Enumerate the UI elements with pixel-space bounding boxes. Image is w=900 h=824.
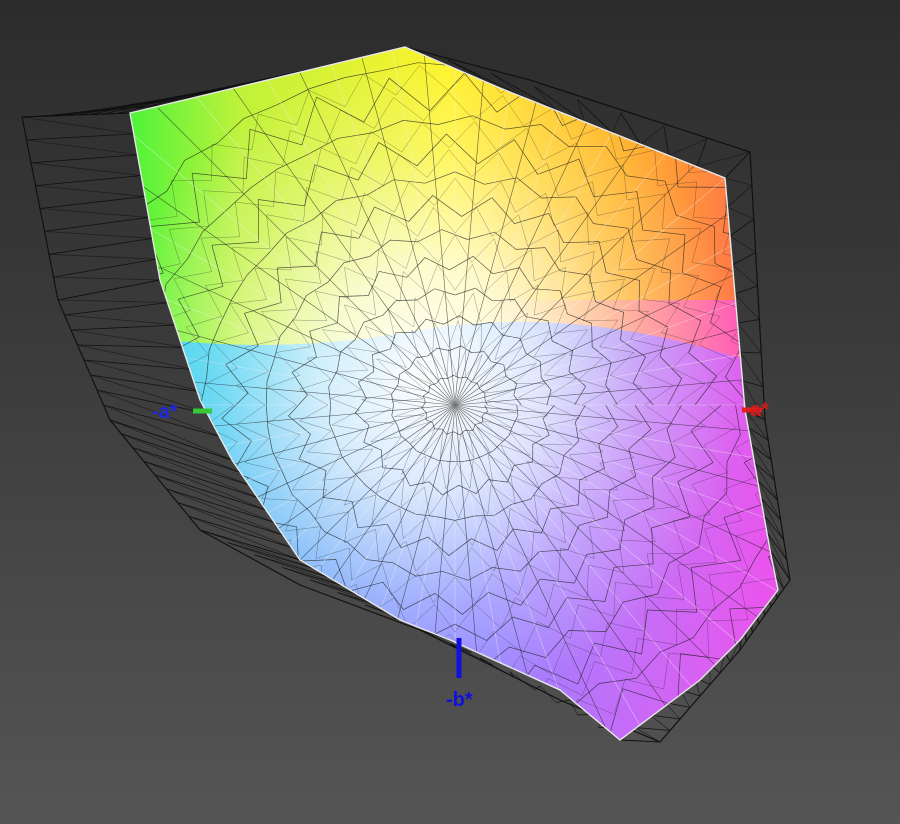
gamut-3d-viewport[interactable]: -a* a* -b* [0,0,900,824]
neg-b-axis-label: -b* [446,689,473,711]
pos-a-axis-label: a* [750,399,769,421]
neg-a-axis-label: -a* [152,401,178,423]
